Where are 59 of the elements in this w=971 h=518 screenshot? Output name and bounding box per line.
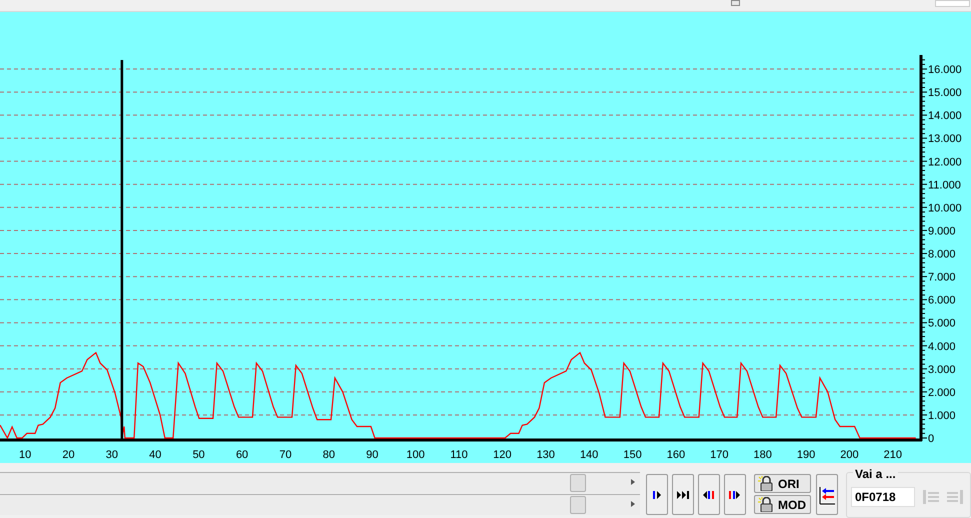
nav-button[interactable] xyxy=(672,474,694,515)
axis-label: 180 xyxy=(753,449,772,461)
axis-label: 20 xyxy=(62,449,75,461)
axis-label: 7.000 xyxy=(928,272,956,284)
axis-label: 16.000 xyxy=(928,64,962,76)
axis-label: 4.000 xyxy=(928,340,956,353)
axis-label: 200 xyxy=(840,449,859,461)
lock-button[interactable]: ORI xyxy=(754,474,811,493)
axis-label: 160 xyxy=(666,449,686,461)
axis-label: 9.000 xyxy=(928,225,956,238)
nav-button[interactable] xyxy=(724,474,746,515)
axis-label: 10 xyxy=(19,449,32,461)
goto-field[interactable]: 0F0718 xyxy=(851,487,915,507)
axis-label: 12.000 xyxy=(928,156,962,168)
padlock-icon xyxy=(758,497,774,512)
nav-button[interactable] xyxy=(646,474,668,515)
axis-label: 100 xyxy=(406,449,425,461)
axis-label: 210 xyxy=(884,449,902,461)
step-forward-icon xyxy=(729,488,741,500)
axis-label: 130 xyxy=(536,449,555,461)
axis-label: 190 xyxy=(796,449,816,461)
axis-label: 6.000 xyxy=(928,294,956,307)
axis-label: 3.000 xyxy=(928,364,956,376)
axis-label: 50 xyxy=(192,449,205,461)
axis-label: 90 xyxy=(366,449,378,461)
skip-end-icon xyxy=(677,488,689,500)
horizontal-scrollbar[interactable] xyxy=(0,494,640,515)
step-icon xyxy=(651,488,663,500)
padlock-icon xyxy=(758,476,774,491)
axis-label: 140 xyxy=(580,449,598,461)
axis-label: 11.000 xyxy=(928,179,961,192)
axis-label: 80 xyxy=(322,449,335,461)
axis-label: 14.000 xyxy=(928,110,962,122)
axis-label: 150 xyxy=(623,449,642,461)
axis-label: 0 xyxy=(928,433,934,445)
scrollbar-thumb[interactable] xyxy=(731,0,740,6)
input-field[interactable] xyxy=(935,0,970,7)
axis-label: 5.000 xyxy=(928,318,956,330)
lock-button[interactable]: MOD xyxy=(754,495,811,514)
nav-button[interactable] xyxy=(698,474,720,515)
axis-label: 120 xyxy=(493,449,512,461)
arrows-icon xyxy=(819,484,835,504)
horizontal-scrollbar[interactable] xyxy=(0,472,640,493)
cursor-line[interactable] xyxy=(120,60,124,439)
axis-label: 1.000 xyxy=(928,410,956,422)
axis-label: 8.000 xyxy=(928,248,956,261)
align-button[interactable] xyxy=(816,474,838,515)
axis-label: 10.000 xyxy=(928,202,962,214)
step-back-icon xyxy=(703,488,715,500)
axis-label: 30 xyxy=(106,449,118,461)
axis-label: 110 xyxy=(450,449,468,461)
axis-label: 60 xyxy=(236,449,248,461)
axis-label: 15.000 xyxy=(928,87,962,100)
axis-label: 70 xyxy=(279,449,292,461)
group-label: Vai a ... xyxy=(853,467,898,481)
axis-label: 2.000 xyxy=(928,386,956,399)
axis-label: 40 xyxy=(149,449,162,461)
axis-label: 13.000 xyxy=(928,133,962,146)
axis-label: 170 xyxy=(710,449,728,461)
